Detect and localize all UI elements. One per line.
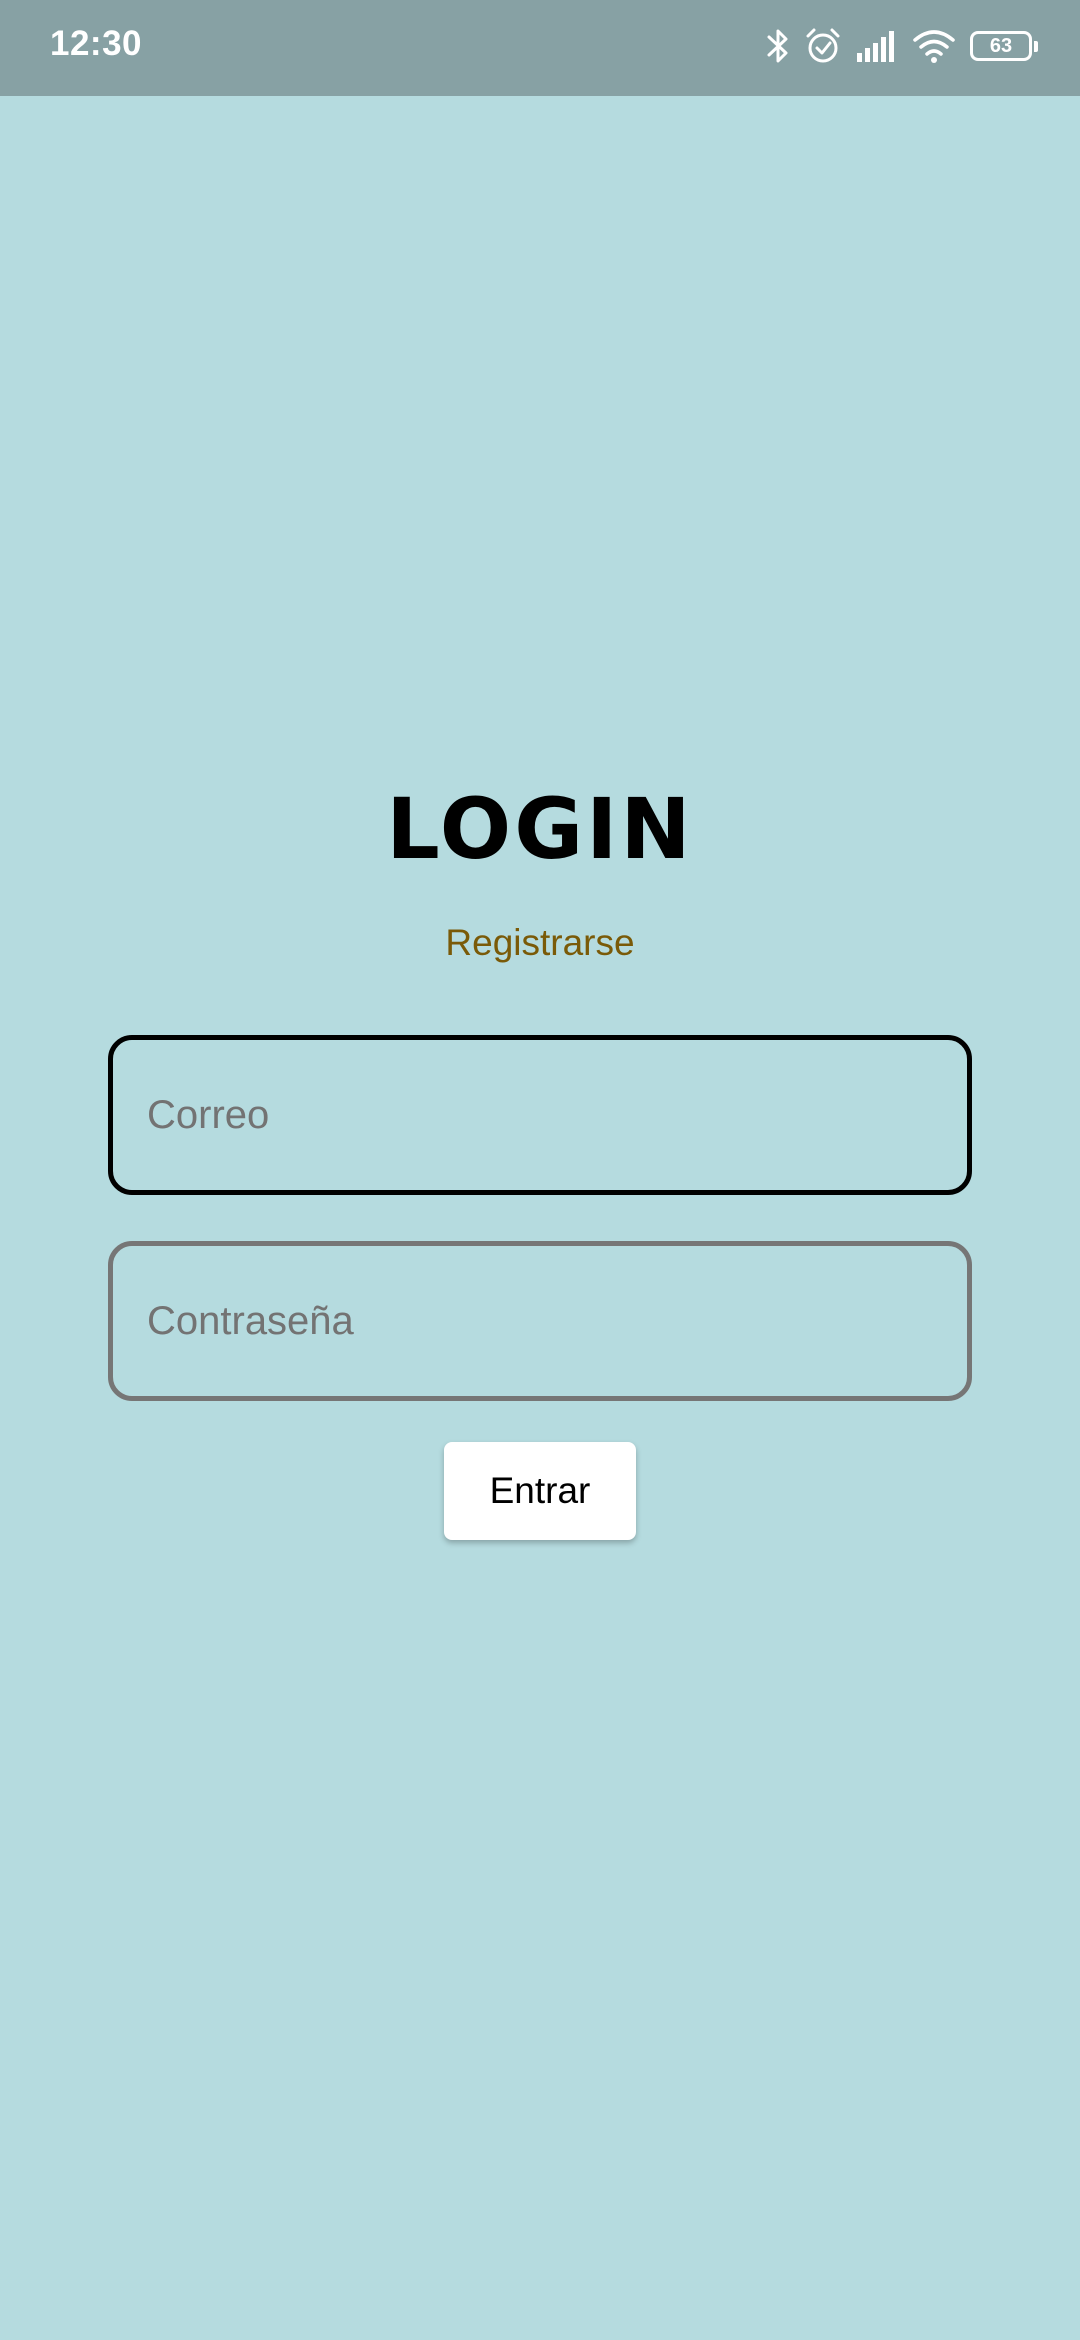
battery-icon: 63	[970, 31, 1038, 61]
email-field-container[interactable]	[108, 1035, 972, 1195]
signal-icon	[856, 29, 898, 63]
status-bar: 12:30 63	[0, 0, 1080, 96]
login-title: LOGIN	[386, 780, 694, 878]
email-field[interactable]	[145, 1091, 967, 1139]
password-field-container[interactable]	[108, 1241, 972, 1401]
register-link[interactable]: Registrarse	[0, 922, 1080, 964]
status-icons: 63	[766, 24, 1038, 68]
bluetooth-icon	[766, 27, 790, 65]
wifi-icon	[912, 28, 956, 64]
status-time: 12:30	[50, 24, 143, 63]
enter-button[interactable]: Entrar	[444, 1442, 636, 1540]
alarm-icon	[804, 27, 842, 65]
password-field[interactable]	[145, 1297, 967, 1345]
